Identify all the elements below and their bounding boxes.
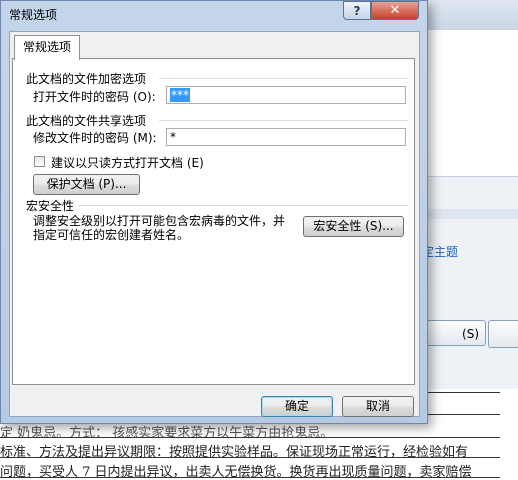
background-panel: [420, 176, 518, 389]
modify-password-field[interactable]: *: [166, 128, 406, 146]
cancel-button[interactable]: 取消: [342, 396, 414, 417]
modify-password-value: *: [170, 130, 176, 144]
dialog-body: 常规选项 此文档的文件加密选项 打开文件时的密码 (O): *** 此文档的文件…: [9, 31, 420, 417]
document-underline: [0, 437, 500, 438]
document-line: 定 奶鬼忌。方式： 孩感实家要求菜方以午菜方由抢鬼忌。: [0, 426, 334, 441]
document-rule: [420, 392, 500, 393]
dialog-title: 常规选项: [9, 8, 58, 22]
group-divider: [159, 78, 408, 79]
open-password-field[interactable]: ***: [166, 86, 406, 104]
group-divider: [79, 205, 408, 206]
background-button-2[interactable]: [488, 320, 518, 348]
share-group-heading: 此文档的文件共享选项: [26, 114, 147, 128]
close-button[interactable]: ✕: [371, 1, 419, 20]
help-icon: ?: [353, 3, 361, 18]
close-icon: ✕: [389, 3, 401, 18]
protect-document-button[interactable]: 保护文档 (P)...: [33, 174, 140, 195]
document-underline: [0, 477, 500, 478]
readonly-checkbox[interactable]: [34, 156, 45, 167]
ok-button[interactable]: 确定: [261, 396, 333, 417]
modify-password-label: 修改文件时的密码 (M):: [33, 131, 157, 145]
document-rule: [420, 414, 500, 415]
group-divider: [159, 120, 408, 121]
macro-security-button[interactable]: 宏安全性 (S)...: [303, 216, 404, 237]
open-password-value: ***: [170, 88, 190, 102]
help-button[interactable]: ?: [343, 1, 371, 20]
open-password-label: 打开文件时的密码 (O):: [33, 90, 156, 104]
encrypt-group-heading: 此文档的文件加密选项: [26, 72, 147, 86]
tab-general-options[interactable]: 常规选项: [14, 35, 81, 60]
readonly-checkbox-label: 建议以只读方式打开文档 (E): [51, 156, 204, 170]
general-options-dialog: 常规选项 ? ✕ 常规选项 此文档的文件加密选项 打开文件时的密码 (O): *…: [0, 0, 428, 424]
macro-group-heading: 宏安全性: [26, 199, 75, 213]
macro-description: 调整安全级别以打开可能包含宏病毒的文件，并指定可信任的宏创建者姓名。: [33, 214, 286, 242]
document-underline: [0, 457, 500, 458]
tab-page: 此文档的文件加密选项 打开文件时的密码 (O): *** 此文档的文件共享选项 …: [12, 58, 415, 385]
